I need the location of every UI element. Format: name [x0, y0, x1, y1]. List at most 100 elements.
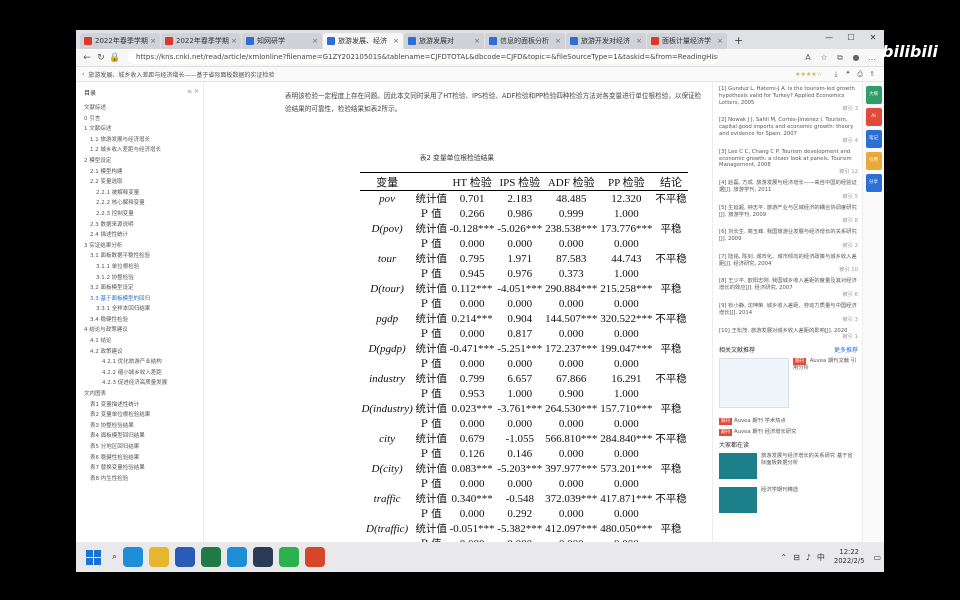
side-tool-button[interactable]: 大纲 — [865, 86, 882, 104]
outline-item[interactable]: 2 模型设定 — [84, 156, 199, 167]
outline-item[interactable]: 3.3.1 全样本回归结果 — [84, 304, 199, 315]
reference-item[interactable]: [10] 王松茂. 旅游发展对城乡收入差距的影响[J]. 2020 被引 1 — [719, 328, 858, 342]
tab-close-icon[interactable]: × — [636, 37, 642, 45]
outline-item[interactable]: 2.4 描述性统计 — [84, 230, 199, 241]
reference-item[interactable]: [7] 陆铭, 陈钊. 城市化、城市倾向的经济政策与城乡收入差距[J]. 经济研… — [719, 254, 858, 274]
reference-item[interactable]: [6] 刘长生, 简玉峰. 我国旅游业发展与经济增长的关系研究[J]. 2009… — [719, 229, 858, 249]
outline-item[interactable]: 表1 变量描述性统计 — [84, 400, 199, 411]
reference-item[interactable]: [8] 王少平, 欧阳志刚. 我国城乡收入差距的度量及其对经济增长的效应[J].… — [719, 278, 858, 298]
related-list-item[interactable]: 期刊 Auvea 期刊 经济增长研究 — [719, 429, 858, 437]
side-tool-button[interactable]: AI — [865, 108, 882, 126]
outline-item[interactable]: 2.2.2 核心解释变量 — [84, 198, 199, 209]
outline-item[interactable]: 2.1 模型构建 — [84, 167, 199, 178]
tab-close-icon[interactable]: × — [312, 37, 318, 45]
outline-item[interactable]: 3.4 稳健性检验 — [84, 315, 199, 326]
network-icon[interactable]: ⊟ — [793, 553, 800, 562]
refresh-icon[interactable]: ↻ — [94, 53, 108, 63]
volume-icon[interactable]: ♪ — [806, 553, 811, 562]
outline-item[interactable]: 4.2.1 优化旅游产业结构 — [84, 357, 199, 368]
outline-item[interactable]: 表5 分地区回归结果 — [84, 442, 199, 453]
notification-icon[interactable]: ▭ — [873, 553, 881, 562]
related-card[interactable]: 期刊 Auvea 期刊文献 引用分析 — [719, 358, 858, 412]
outline-item[interactable]: 表4 面板模型回归结果 — [84, 431, 199, 442]
tab-close-icon[interactable]: × — [555, 37, 561, 45]
outline-item[interactable]: 3.3 基于面板模型的回归 — [84, 294, 199, 305]
tab-close-icon[interactable]: × — [231, 37, 237, 45]
reference-item[interactable]: [1] Gunduz L, Hatemi-J A. Is the tourism… — [719, 86, 858, 113]
chevron-up-icon[interactable]: ⌃ — [780, 553, 787, 562]
outline-item[interactable]: 表2 变量单位根检验结果 — [84, 410, 199, 421]
outline-item[interactable]: 1.2 城乡收入差距与经济增长 — [84, 145, 199, 156]
browser-tab[interactable]: 旅游发展对 × — [404, 33, 484, 49]
outline-item[interactable]: 表8 内生性检验 — [84, 474, 199, 485]
outlook-app-icon[interactable] — [227, 547, 248, 567]
browser-tab[interactable]: 面板计量经济学 × — [647, 33, 727, 49]
browser-tab[interactable]: 旅游开发对经济 × — [566, 33, 646, 49]
ppt-app-icon[interactable] — [305, 547, 326, 567]
profile-icon[interactable]: ● — [848, 53, 864, 63]
more-icon[interactable]: … — [864, 53, 880, 63]
url-field[interactable]: https://kns.cnki.net/read/article/xmlonl… — [128, 51, 718, 64]
wechat-app-icon[interactable] — [279, 547, 300, 567]
tab-close-icon[interactable]: × — [474, 37, 480, 45]
print-icon[interactable]: ⎙ — [854, 70, 866, 79]
back-icon[interactable]: ← — [80, 53, 94, 63]
side-tool-button[interactable]: 笔记 — [865, 130, 882, 148]
outline-item[interactable]: 表7 替换变量检验结果 — [84, 463, 199, 474]
chrome-app-icon[interactable] — [149, 547, 170, 567]
browser-tab[interactable]: 2022年春季学期 × — [161, 33, 241, 49]
reference-item[interactable]: [3] Lee C C, Chang C P. Tourism developm… — [719, 149, 858, 176]
reference-item[interactable]: [5] 生延超, 钟志平. 旅游产业与区域经济的耦合协调度研究[J]. 旅游学刊… — [719, 205, 858, 225]
more-recommend-link[interactable]: 更多推荐 — [834, 345, 858, 354]
input-language[interactable]: 中 — [817, 552, 825, 563]
share-icon[interactable]: ⇪ — [866, 70, 878, 79]
related-list-item[interactable]: 期刊 Auvea 期刊 学术热点 — [719, 418, 858, 426]
cite-icon[interactable]: ❝ — [842, 70, 854, 79]
reference-item[interactable]: [4] 赵磊, 方成. 旅游发展与经济增长——来自中国的经验证据[J]. 旅游学… — [719, 180, 858, 200]
side-tool-button[interactable]: 引用 — [865, 152, 882, 170]
outline-item[interactable]: 表6 稳健性检验结果 — [84, 453, 199, 464]
outline-item[interactable]: 2.2 变量选取 — [84, 177, 199, 188]
reading-item[interactable]: 经济学期刊精选 — [719, 487, 858, 515]
back-to-list-icon[interactable]: ‹ — [82, 71, 84, 78]
clock[interactable]: 12:22 2022/2/5 — [834, 548, 865, 566]
collections-icon[interactable]: ⧉ — [832, 53, 848, 63]
maximize-button[interactable]: ☐ — [840, 30, 862, 46]
outline-item[interactable]: 0 引言 — [84, 114, 199, 125]
outline-item[interactable]: 4.2 政策建议 — [84, 347, 199, 358]
explorer-app-icon[interactable] — [253, 547, 274, 567]
tab-close-icon[interactable]: × — [150, 37, 156, 45]
outline-item[interactable]: 2.2.3 控制变量 — [84, 209, 199, 220]
tab-close-icon[interactable]: × — [717, 37, 723, 45]
favorite-icon[interactable]: ☆ — [816, 53, 832, 63]
outline-item[interactable]: 2.3 数据来源说明 — [84, 220, 199, 231]
tab-close-icon[interactable]: × — [393, 37, 399, 45]
start-button[interactable] — [82, 546, 104, 568]
outline-item[interactable]: 4.2.2 缩小城乡收入差距 — [84, 368, 199, 379]
browser-tab[interactable]: 旅游发展、经济 × — [323, 33, 403, 49]
outline-item[interactable]: 3.1 面板数据平稳性检验 — [84, 251, 199, 262]
outline-item[interactable]: 3 实证结果分析 — [84, 241, 199, 252]
reference-item[interactable]: [9] 钞小静, 沈坤荣. 城乡收入差距、劳动力质量与中国经济增长[J]. 20… — [719, 303, 858, 323]
browser-tab[interactable]: 信息的面板分析 × — [485, 33, 565, 49]
browser-tab[interactable]: 2022年春季学期 × — [80, 33, 160, 49]
browser-tab[interactable]: 知网研学 × — [242, 33, 322, 49]
outline-item[interactable]: 3.2 面板模型设定 — [84, 283, 199, 294]
outline-item[interactable]: 4 结论与政策建议 — [84, 325, 199, 336]
collapse-icon[interactable]: ≡ ✕ — [187, 88, 199, 97]
download-icon[interactable]: ⤓ — [830, 70, 842, 79]
excel-app-icon[interactable] — [201, 547, 222, 567]
outline-item[interactable]: 3.1.2 协整检验 — [84, 273, 199, 284]
outline-item[interactable]: 1.1 旅游发展与经济增长 — [84, 135, 199, 146]
outline-item[interactable]: 4.2.3 促进经济高质量发展 — [84, 378, 199, 389]
read-aloud-icon[interactable]: A — [800, 53, 816, 63]
outline-item[interactable]: 2.2.1 被解释变量 — [84, 188, 199, 199]
reference-item[interactable]: [2] Nowak J J, Sahli M, Cortés-Jiménez I… — [719, 117, 858, 144]
outline-item[interactable]: 表3 协整检验结果 — [84, 421, 199, 432]
minimize-button[interactable]: — — [818, 30, 840, 46]
outline-item[interactable]: 4.1 结论 — [84, 336, 199, 347]
outline-item[interactable]: 文献综述 — [84, 103, 199, 114]
reading-item[interactable]: 旅游发展与经济增长的关系研究 基于省际面板数据分析 — [719, 453, 858, 481]
outline-item[interactable]: 1 文献综述 — [84, 124, 199, 135]
close-window-button[interactable]: ✕ — [862, 30, 884, 46]
